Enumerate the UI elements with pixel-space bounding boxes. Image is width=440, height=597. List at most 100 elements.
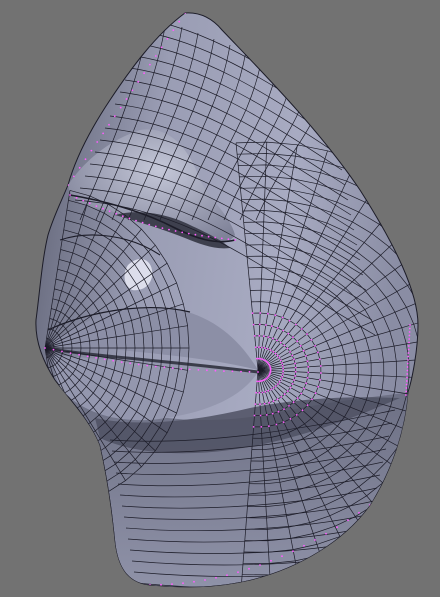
vertex — [408, 331, 411, 333]
vertex — [274, 352, 277, 355]
vertex — [237, 571, 239, 574]
vertex — [281, 362, 283, 364]
vertex — [270, 388, 272, 391]
vertex — [270, 559, 272, 562]
vertex — [108, 210, 111, 213]
vertex — [306, 377, 309, 379]
vertex — [160, 46, 163, 49]
vertex — [291, 383, 294, 385]
vertex — [137, 80, 140, 83]
vertex — [294, 362, 296, 365]
vertex — [171, 583, 173, 586]
vertex — [272, 400, 275, 403]
vertex — [154, 365, 157, 368]
vertex — [178, 20, 181, 23]
vertex — [69, 194, 71, 196]
vertex — [103, 358, 106, 361]
vertex — [280, 396, 283, 398]
vertex — [36, 272, 39, 275]
3d-viewport[interactable] — [0, 0, 440, 597]
vertex — [181, 231, 184, 234]
vertex — [115, 212, 118, 215]
vertex — [259, 312, 262, 314]
vertex — [251, 312, 254, 315]
vertex — [289, 418, 292, 420]
vertex — [311, 398, 313, 401]
vertex — [286, 347, 289, 350]
vertex — [160, 583, 162, 586]
vertex — [174, 230, 177, 232]
vertex — [263, 402, 266, 405]
vertex — [253, 414, 256, 417]
vertex — [407, 355, 410, 358]
vertex — [259, 564, 261, 566]
vertex — [253, 335, 256, 337]
vertex — [102, 132, 104, 135]
vertex — [193, 580, 195, 583]
vertex — [281, 555, 283, 558]
vertex — [258, 334, 261, 337]
vertex — [182, 582, 184, 585]
vertex — [289, 386, 292, 389]
vertex — [320, 372, 322, 374]
vertex — [172, 29, 175, 32]
vertex — [281, 373, 284, 375]
vertex — [314, 345, 316, 347]
vertex — [69, 352, 72, 354]
vertex — [295, 323, 297, 326]
vertex — [281, 375, 283, 378]
vertex — [267, 312, 269, 315]
vertex — [75, 196, 78, 199]
vertex — [102, 207, 104, 210]
vertex — [347, 519, 349, 522]
vertex — [358, 511, 360, 514]
vertex — [36, 283, 38, 286]
vertex — [255, 391, 258, 394]
vertex — [293, 379, 295, 381]
vertex — [406, 369, 409, 372]
vertex — [282, 367, 284, 370]
vertex — [171, 367, 174, 369]
vertex — [407, 345, 410, 347]
vertex — [407, 352, 410, 354]
vertex — [405, 380, 408, 382]
vertex — [112, 359, 115, 362]
vertex — [266, 348, 269, 350]
vertex — [281, 316, 284, 319]
vertex — [37, 256, 39, 258]
vertex — [271, 337, 274, 340]
vertex — [406, 373, 409, 375]
vertex — [325, 532, 327, 535]
vertex — [214, 236, 217, 239]
vertex — [34, 333, 36, 335]
vertex — [204, 579, 206, 581]
vertex — [248, 567, 250, 570]
vertex — [277, 383, 279, 385]
vertex — [300, 392, 303, 395]
vertex — [36, 245, 38, 247]
vertex — [256, 380, 258, 383]
vertex — [407, 348, 410, 351]
vertex — [36, 278, 39, 280]
vertex — [319, 379, 321, 381]
vertex — [272, 387, 275, 389]
vertex — [407, 359, 409, 361]
vertex — [288, 405, 290, 407]
vertex — [283, 344, 286, 347]
vertex — [267, 336, 270, 338]
vertex — [82, 199, 85, 202]
vertex — [277, 410, 280, 413]
vertex — [293, 358, 295, 361]
vertex — [317, 351, 319, 354]
vertex — [149, 63, 151, 66]
vertex — [258, 346, 260, 349]
vertex — [408, 334, 411, 337]
vertex — [188, 368, 191, 371]
vertex — [88, 202, 91, 205]
vertex — [268, 425, 270, 427]
vertex — [264, 390, 267, 393]
vertex — [406, 362, 409, 365]
vertex — [289, 351, 291, 353]
vertex — [279, 341, 282, 344]
vertex — [223, 370, 225, 372]
